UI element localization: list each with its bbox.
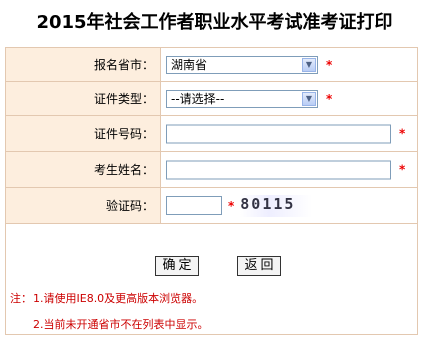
id-number-input[interactable] xyxy=(166,124,391,143)
id-type-label: 证件类型： xyxy=(6,82,161,115)
note-line-2: 2.当前未开通省市不在列表中显示。 xyxy=(33,318,209,331)
province-label: 报名省市： xyxy=(6,48,161,81)
note-line-1: 1.请使用IE8.0及更高版本浏览器。 xyxy=(33,292,204,305)
id-type-select-value: --请选择-- xyxy=(171,91,225,106)
captcha-image[interactable]: 80115 xyxy=(240,194,313,217)
id-number-label: 证件号码： xyxy=(6,116,161,151)
required-mark: * xyxy=(326,91,333,106)
row-id-number: 证件号码： * xyxy=(6,116,417,152)
row-province: 报名省市： 湖南省 ▼ * xyxy=(6,48,417,82)
confirm-button[interactable]: 确定 xyxy=(155,256,199,276)
page-title: 2015年社会工作者职业水平考试准考证打印 xyxy=(36,12,393,33)
captcha-input[interactable] xyxy=(166,196,222,215)
name-input[interactable] xyxy=(166,160,391,179)
province-select-value: 湖南省 xyxy=(171,57,208,72)
required-mark: * xyxy=(399,126,406,141)
name-label: 考生姓名： xyxy=(6,152,161,187)
row-captcha: 验证码： * 80115 xyxy=(6,188,417,224)
id-type-select[interactable]: --请选择-- ▼ xyxy=(166,89,318,108)
required-mark: * xyxy=(399,162,406,177)
chevron-down-icon[interactable]: ▼ xyxy=(302,57,316,72)
captcha-label: 验证码： xyxy=(6,188,161,223)
required-mark: * xyxy=(326,57,333,72)
print-form: 报名省市： 湖南省 ▼ * 证件类型： --请选择-- ▼ * 证件号码： * … xyxy=(5,47,418,335)
chevron-down-icon[interactable]: ▼ xyxy=(302,91,316,106)
row-name: 考生姓名： * xyxy=(6,152,417,188)
back-button[interactable]: 返回 xyxy=(237,256,281,276)
notes: 注： 1.请使用IE8.0及更高版本浏览器。 2.当前未开通省市不在列表中显示。 xyxy=(6,278,417,336)
province-select[interactable]: 湖南省 ▼ xyxy=(166,55,318,74)
row-id-type: 证件类型： --请选择-- ▼ * xyxy=(6,82,417,116)
notes-prefix: 注： xyxy=(10,292,32,305)
required-mark: * xyxy=(228,198,235,213)
